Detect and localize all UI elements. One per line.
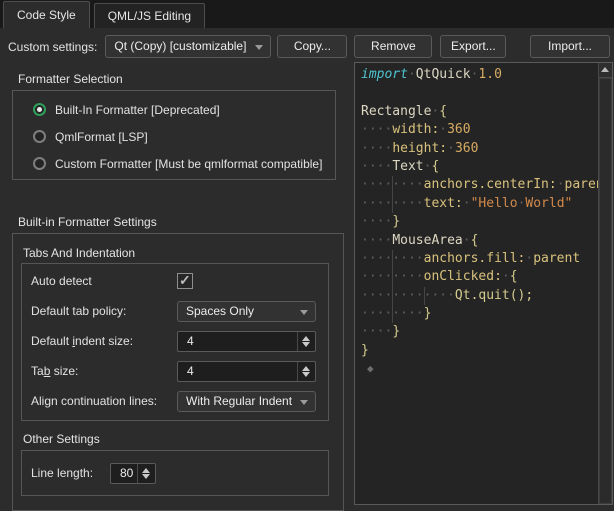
builtin-settings-group: Built-in Formatter Settings Tabs And Ind… [12, 215, 344, 511]
tabs-indentation-body: Auto detect ✓ Default tab policy: Spaces… [21, 263, 329, 421]
code-line: ········anchors.fill:·parent [361, 250, 598, 268]
indent-guide-line [424, 287, 425, 305]
copy-button[interactable]: Copy... [277, 35, 347, 58]
import-button[interactable]: Import... [530, 35, 610, 58]
indent-size-row: Default indent size: 4 [31, 326, 316, 356]
tab-policy-row: Default tab policy: Spaces Only [31, 296, 316, 326]
chevron-down-icon [300, 310, 308, 315]
radio-qmlformat-label: QmlFormat [LSP] [55, 130, 148, 144]
indent-guide-line [392, 287, 393, 305]
other-settings-group: Other Settings Line length: 80 [21, 432, 329, 496]
tab-qmljs-editing[interactable]: QML/JS Editing [94, 3, 205, 28]
check-icon: ✓ [179, 272, 191, 289]
indent-guide-line [392, 250, 393, 268]
code-line: ····} [361, 213, 598, 231]
formatter-selection-title: Formatter Selection [12, 72, 336, 86]
tab-size-label: Tab size: [31, 364, 177, 378]
code-line: import·QtQuick·1.0 [361, 66, 598, 84]
tab-size-row: Tab size: 4 [31, 356, 316, 386]
remove-button[interactable]: Remove [354, 35, 432, 58]
custom-settings-label: Custom settings: [8, 40, 97, 54]
spin-arrows[interactable] [297, 332, 315, 351]
code-lines: import·QtQuick·1.0 Rectangle·{····width:·… [361, 66, 598, 504]
radio-qmlformat[interactable]: QmlFormat [LSP] [13, 123, 335, 150]
chevron-up-icon [302, 366, 310, 371]
scroll-up-button[interactable] [599, 63, 612, 78]
code-line: ········onClicked:·{ [361, 268, 598, 286]
indent-guide-line [392, 305, 393, 323]
other-settings-title: Other Settings [21, 432, 329, 446]
radio-custom-formatter[interactable]: Custom Formatter [Must be qmlformat comp… [13, 150, 335, 177]
chevron-down-icon [302, 372, 310, 377]
line-length-row: Line length: 80 [31, 459, 316, 487]
code-line: ····height:·360 [361, 140, 598, 158]
tabs-indentation-group: Tabs And Indentation Auto detect ✓ Defau… [21, 246, 329, 421]
indent-guide-line [392, 176, 393, 194]
chevron-up-icon [142, 468, 150, 473]
spin-arrows[interactable] [297, 362, 315, 381]
spin-arrows[interactable] [137, 464, 155, 483]
auto-detect-label: Auto detect [31, 274, 177, 288]
radio-custom-label: Custom Formatter [Must be qmlformat comp… [55, 157, 322, 171]
radio-builtin-formatter[interactable]: Built-In Formatter [Deprecated] [13, 96, 335, 123]
indent-size-spinbox[interactable]: 4 [177, 331, 316, 352]
chevron-down-icon [302, 342, 310, 347]
code-line: ········} [361, 305, 598, 323]
align-lines-combobox[interactable]: With Regular Indent [177, 391, 316, 412]
line-length-label: Line length: [31, 466, 110, 480]
radio-builtin-label: Built-In Formatter [Deprecated] [55, 103, 220, 117]
chevron-down-icon [142, 474, 150, 479]
tab-size-value: 4 [187, 364, 194, 378]
code-line: ········text:·"Hello·World" [361, 195, 598, 213]
align-lines-row: Align continuation lines: With Regular I… [31, 386, 316, 416]
code-line: ◆ [361, 360, 598, 378]
scheme-combobox[interactable]: Qt (Copy) [customizable] [105, 35, 271, 58]
tab-size-spinbox[interactable]: 4 [177, 361, 316, 382]
tab-code-style[interactable]: Code Style [3, 1, 90, 28]
align-lines-value: With Regular Indent [186, 394, 292, 408]
line-length-spinbox[interactable]: 80 [110, 463, 156, 484]
indent-size-label: Default indent size: [31, 334, 177, 348]
export-button[interactable]: Export... [440, 35, 506, 58]
tab-bar: Code Style QML/JS Editing [0, 0, 614, 28]
builtin-settings-body: Tabs And Indentation Auto detect ✓ Defau… [12, 233, 344, 511]
chevron-up-icon [302, 336, 310, 341]
tab-policy-value: Spaces Only [186, 304, 254, 318]
formatter-selection-body: Built-In Formatter [Deprecated] QmlForma… [12, 90, 336, 180]
chevron-down-icon [255, 45, 263, 50]
custom-settings-row: Custom settings: Qt (Copy) [customizable… [8, 34, 612, 59]
builtin-settings-title: Built-in Formatter Settings [12, 215, 344, 229]
align-lines-label: Align continuation lines: [31, 394, 177, 408]
formatter-selection-group: Formatter Selection Built-In Formatter [… [12, 72, 336, 180]
other-settings-body: Line length: 80 [21, 450, 329, 496]
code-line: Rectangle·{ [361, 103, 598, 121]
tab-policy-label: Default tab policy: [31, 304, 177, 318]
code-line: ····width:·360 [361, 121, 598, 139]
code-line: ····} [361, 323, 598, 341]
code-line: ············Qt.quit(); [361, 287, 598, 305]
code-line [361, 84, 598, 102]
eof-marker-icon: ◆ [367, 362, 374, 375]
radio-icon[interactable] [33, 157, 46, 170]
code-preview[interactable]: import·QtQuick·1.0 Rectangle·{····width:·… [354, 62, 613, 505]
indent-size-value: 4 [187, 334, 194, 348]
scroll-up-icon [601, 67, 609, 72]
auto-detect-row: Auto detect ✓ [31, 266, 316, 296]
indent-guide-line [392, 195, 393, 213]
code-line: ········anchors.centerIn:·parent [361, 176, 598, 194]
tab-policy-combobox[interactable]: Spaces Only [177, 301, 316, 322]
scheme-combobox-value: Qt (Copy) [customizable] [114, 39, 246, 53]
radio-icon[interactable] [33, 130, 46, 143]
tabs-indentation-title: Tabs And Indentation [21, 246, 329, 260]
scrollbar[interactable] [598, 63, 612, 504]
auto-detect-checkbox[interactable]: ✓ [177, 273, 193, 289]
code-line: ····MouseArea·{ [361, 232, 598, 250]
code-line: ····Text·{ [361, 158, 598, 176]
scrollbar-handle[interactable] [599, 78, 612, 504]
code-line: } [361, 342, 598, 360]
chevron-down-icon [300, 400, 308, 405]
line-length-value: 80 [120, 466, 133, 480]
radio-icon[interactable] [33, 103, 46, 116]
indent-guide-line [392, 268, 393, 286]
